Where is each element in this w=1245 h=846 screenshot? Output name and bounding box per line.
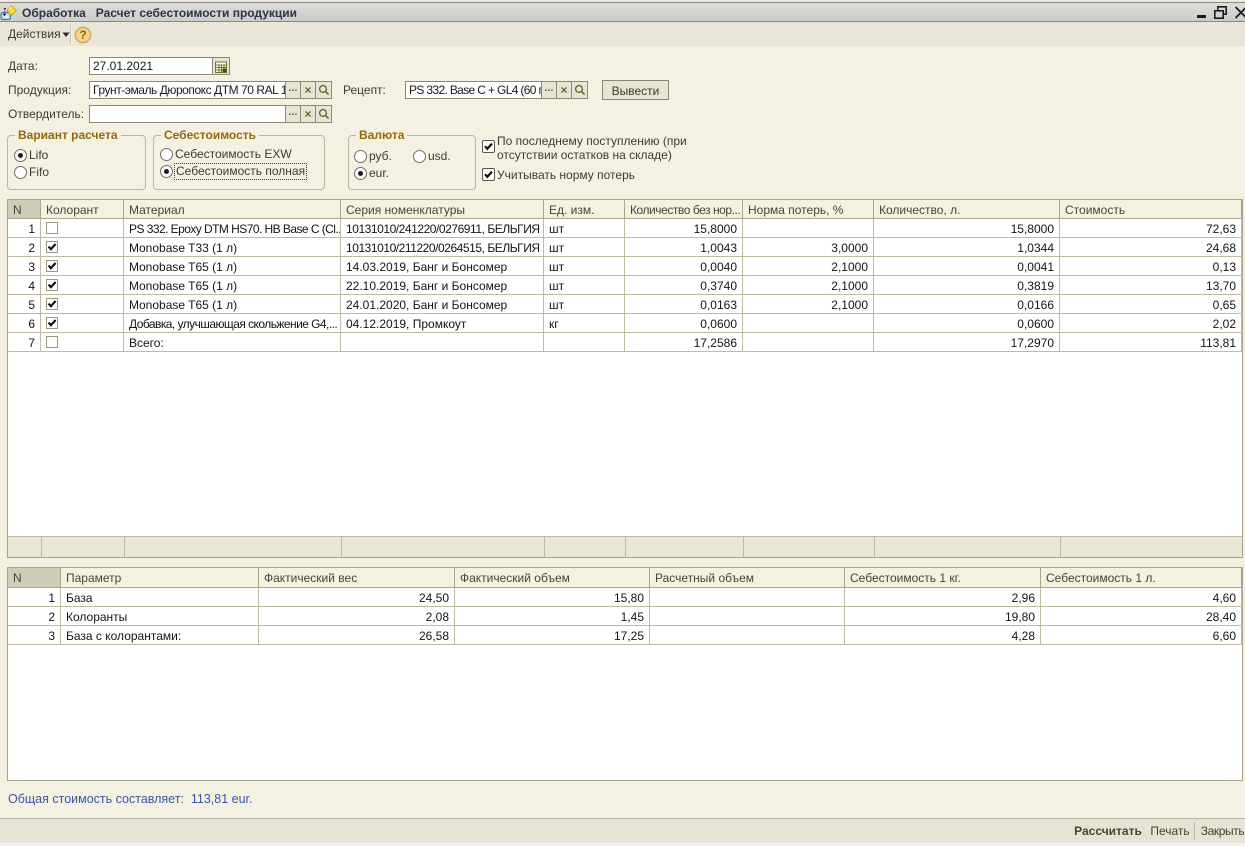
svg-text:?: ?	[79, 30, 86, 42]
